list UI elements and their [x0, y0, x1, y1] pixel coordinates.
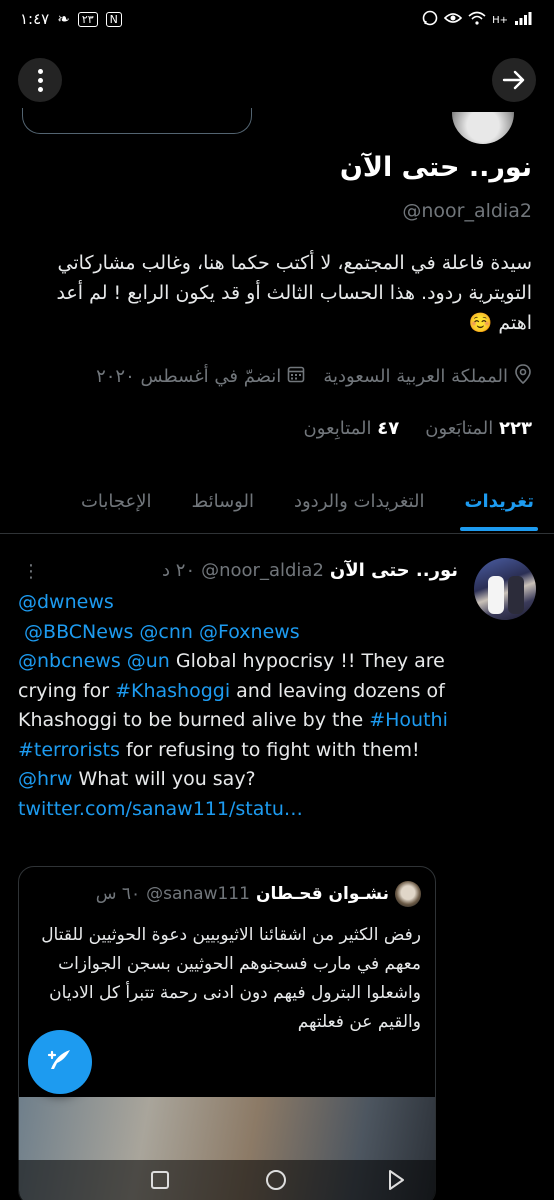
quoted-tweet[interactable]: نشـوان قحـطان @sanaw111 ٦٠ س رفض الكثير … — [18, 866, 436, 1200]
clock: ١:٤٧ — [20, 10, 50, 28]
following-stat[interactable]: ٢٢٣ المتابَعون — [425, 418, 532, 439]
profile-avatar[interactable] — [452, 112, 514, 144]
wifi-icon — [468, 11, 486, 29]
tweet-text: @dwnews @BBCNews @cnn @Foxnews @nbcnews … — [18, 588, 458, 824]
followers-stat[interactable]: ٤٧ المتابِعون — [304, 418, 400, 439]
quoted-tweet-header: نشـوان قحـطان @sanaw111 ٦٠ س — [96, 881, 421, 907]
notification-badge: ٢٣ — [77, 11, 98, 27]
profile-handle: @noor_aldia2 — [402, 200, 532, 222]
tweet-more-icon[interactable]: ⋮ — [22, 561, 40, 582]
kebab-menu-icon[interactable] — [18, 58, 62, 102]
profile-bio: سيدة فاعلة في المجتمع، لا أكتب حكما هنا،… — [56, 252, 532, 334]
tweet-author-handle[interactable]: @noor_aldia2 — [201, 560, 324, 581]
profile-joined: انضمّ في أغسطس ٢٠٢٠ — [96, 364, 305, 389]
following-label: المتابَعون — [425, 418, 494, 439]
arrow-right-icon[interactable] — [492, 58, 536, 102]
tab-tweets[interactable]: تغريدات — [444, 474, 554, 533]
tab-media[interactable]: الوسائط — [172, 474, 274, 533]
tweet-hashtag[interactable]: #terrorists — [18, 739, 120, 761]
profile-meta: المملكة العربية السعودية انضمّ في أغسطس … — [20, 364, 532, 389]
tweet-header: نور.. حتى الآن @noor_aldia2 ٢٠ د — [18, 560, 458, 581]
following-count: ٢٢٣ — [499, 418, 532, 439]
compose-tweet-icon — [45, 1045, 75, 1079]
location-pin-icon — [514, 364, 532, 389]
back-icon[interactable] — [384, 1168, 408, 1192]
tweet-mention[interactable]: @nbcnews @un — [18, 650, 170, 672]
eye-icon — [443, 11, 463, 29]
tab-tweets-and-replies[interactable]: التغريدات والردود — [274, 474, 445, 533]
tweet-hashtag[interactable]: #Khashoggi — [115, 680, 230, 702]
tweet-link[interactable]: twitter.com/sanaw111/statu… — [18, 798, 303, 820]
joined-label: انضمّ في أغسطس ٢٠٢٠ — [96, 366, 282, 387]
profile-tabs: تغريدات التغريدات والردود الوسائط الإعجا… — [0, 474, 554, 534]
calendar-icon — [287, 365, 305, 388]
quoted-tweet-time: ٦٠ س — [95, 884, 141, 904]
tweet-mention[interactable]: @BBCNews @cnn @Foxnews — [24, 621, 300, 643]
whatsapp-icon — [422, 10, 438, 30]
profile-screen: ١:٤٧ ❧ ٢٣ N H+ نور.. حتى الآن @noor_aldi… — [0, 0, 554, 1200]
tweet-hashtag[interactable]: #Houthi — [369, 709, 448, 731]
followers-label: المتابِعون — [303, 418, 372, 439]
profile-location: المملكة العربية السعودية — [323, 364, 532, 389]
tab-likes[interactable]: الإعجابات — [61, 474, 172, 533]
profile-stats: ٢٢٣ المتابَعون ٤٧ المتابِعون — [20, 418, 532, 439]
quoted-author-handle: @sanaw111 — [146, 884, 250, 904]
quoted-author-avatar — [395, 881, 421, 907]
tweet-mention[interactable]: @dwnews — [18, 591, 114, 613]
profile-action-button[interactable] — [22, 108, 252, 134]
location-label: المملكة العربية السعودية — [323, 366, 508, 387]
status-bar: ١:٤٧ ❧ ٢٣ N H+ — [0, 0, 554, 38]
tweet-text-segment: What will you say? — [72, 768, 256, 790]
tweet-text-segment: for refusing to fight with them! — [119, 738, 420, 761]
tweet-time: ٢٠ د — [162, 560, 196, 581]
tweet-mention[interactable]: @hrw — [18, 768, 72, 790]
tweet-author-name[interactable]: نور.. حتى الآن — [330, 560, 458, 581]
signal-icon — [514, 11, 532, 29]
quoted-tweet-text: رفض الكثير من اشقائنا الاثيوبيين دعوة ال… — [41, 925, 421, 1032]
tweet-author-avatar[interactable] — [474, 558, 536, 620]
profile-display-name: نور.. حتى الآن — [339, 152, 532, 183]
home-icon[interactable] — [264, 1168, 288, 1192]
nfc-icon: N — [105, 11, 122, 27]
system-nav-bar — [0, 1160, 554, 1200]
quoted-author-name: نشـوان قحـطان — [255, 884, 389, 904]
network-type: H+ — [492, 14, 508, 26]
compose-tweet-button[interactable] — [28, 1030, 92, 1094]
top-nav — [0, 50, 554, 112]
recents-icon[interactable] — [148, 1168, 172, 1192]
followers-count: ٤٧ — [377, 418, 400, 439]
leaf-icon: ❧ — [57, 10, 70, 28]
